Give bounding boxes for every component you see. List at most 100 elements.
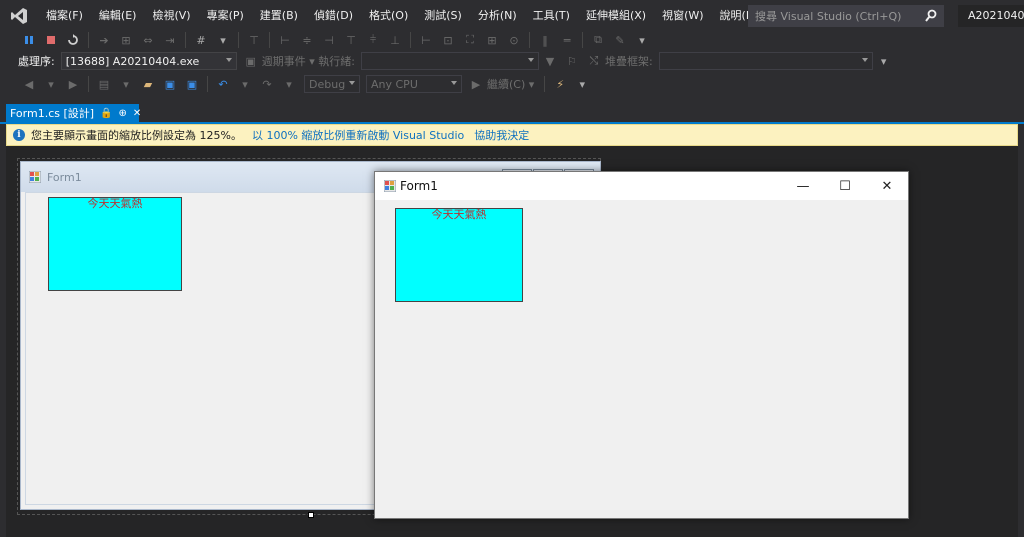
minimize-button[interactable]: — (782, 172, 824, 200)
flag-threads-icon[interactable]: ⚐ (564, 53, 580, 69)
undo-icon[interactable]: ↶ (215, 76, 231, 92)
bring-to-front-icon[interactable]: ⧉ (590, 32, 606, 48)
continue-play-icon[interactable]: ▶ (468, 76, 484, 92)
info-message: 您主要顯示畫面的縮放比例設定為 125%。 (31, 129, 242, 142)
menu-item-6[interactable]: 格式(O) (361, 0, 416, 31)
same-size-icon[interactable]: ⛶ (462, 32, 478, 48)
save-icon[interactable]: ▣ (162, 76, 178, 92)
lifecycle-events-icon[interactable]: ▣ (243, 53, 259, 69)
restart-at-100-link[interactable]: 以 100% 縮放比例重新啟動 Visual Studio (252, 127, 464, 143)
send-to-back-icon[interactable]: ✎ (612, 32, 628, 48)
show-flagged-threads-icon[interactable]: ⤭ (586, 53, 602, 69)
stop-icon[interactable] (43, 32, 59, 48)
menu-item-5[interactable]: 偵錯(D) (306, 0, 361, 31)
resize-handle[interactable] (308, 512, 314, 518)
center-vertically-icon[interactable]: ═ (559, 32, 575, 48)
size-to-grid-icon[interactable]: ⊞ (484, 32, 500, 48)
toolbar-separator (88, 76, 89, 92)
continue-label[interactable]: 繼續(C) ▾ (487, 76, 534, 92)
align-bottoms-icon[interactable]: ⊥ (387, 32, 403, 48)
lock-icon[interactable]: 🔒 (100, 104, 112, 124)
menu-item-3[interactable]: 專案(P) (199, 0, 252, 31)
spacing-icon[interactable]: ⊙ (506, 32, 522, 48)
configuration-dropdown[interactable]: Debug (304, 75, 360, 93)
runtime-label-weather[interactable]: 今天天氣熱 (395, 208, 523, 302)
runtime-form-titlebar[interactable]: Form1 — ☐ ✕ (375, 172, 908, 200)
new-project-icon[interactable]: ▤ (96, 76, 112, 92)
thread-dropdown[interactable] (360, 52, 539, 70)
menu-item-9[interactable]: 工具(T) (525, 0, 578, 31)
dropdown-arrow-icon[interactable]: ▾ (215, 32, 231, 48)
step-over-icon[interactable]: ⇔ (140, 32, 156, 48)
align-left-icon[interactable]: ⊤ (246, 32, 262, 48)
platform-dropdown[interactable]: Any CPU (366, 75, 462, 93)
visual-studio-logo-icon[interactable] (0, 0, 38, 31)
navigate-forward-icon[interactable]: ▶ (65, 76, 81, 92)
menu-item-0[interactable]: 檔案(F) (38, 0, 91, 31)
hex-display-icon[interactable]: # (193, 32, 209, 48)
toolbar-separator (544, 76, 546, 92)
help-me-decide-link[interactable]: 協助我決定 (474, 127, 529, 143)
dropdown-arrow-icon[interactable]: ▾ (281, 76, 297, 92)
tab-form1-design[interactable]: Form1.cs [設計] 🔒 ⊕ ✕ (6, 104, 141, 124)
menu-item-7[interactable]: 測試(S) (416, 0, 470, 31)
form-app-icon (384, 180, 396, 192)
align-lefts-icon[interactable]: ⊢ (277, 32, 293, 48)
dropdown-arrow-icon[interactable]: ▾ (118, 76, 134, 92)
platform-value: Any CPU (371, 77, 418, 91)
dropdown-arrow-icon[interactable]: ▾ (634, 32, 650, 48)
menu-bar: 檔案(F) 編輯(E) 檢視(V) 專案(P) 建置(B) 偵錯(D) 格式(O) 測試(S)… (0, 0, 1024, 31)
same-width-icon[interactable]: ⊢ (418, 32, 434, 48)
menu-item-11[interactable]: 視窗(W) (654, 0, 711, 31)
align-centers-icon[interactable]: ≑ (299, 32, 315, 48)
scaling-info-bar: i 您主要顯示畫面的縮放比例設定為 125%。 以 100% 縮放比例重新啟動 … (6, 124, 1018, 146)
step-out-icon[interactable]: ⇥ (162, 32, 178, 48)
search-icon[interactable] (925, 9, 937, 26)
restart-icon[interactable] (65, 32, 81, 48)
tab-title: Form1.cs [設計] (10, 107, 95, 120)
toolbar-separator (207, 76, 208, 92)
toolbar-separator (582, 32, 583, 48)
same-height-icon[interactable]: ⊡ (440, 32, 456, 48)
designer-label-weather[interactable]: 今天天氣熱 (48, 197, 182, 291)
form-app-icon (29, 171, 41, 183)
menu-item-8[interactable]: 分析(N) (470, 0, 525, 31)
save-all-icon[interactable]: ▣ (184, 76, 200, 92)
navigate-back-icon[interactable]: ◀ (21, 76, 37, 92)
menu-item-2[interactable]: 檢視(V) (144, 0, 198, 31)
hot-reload-icon[interactable]: ⚡ (552, 76, 568, 92)
filter-icon[interactable]: ▼ (542, 53, 558, 69)
align-rights-icon[interactable]: ⊣ (321, 32, 337, 48)
center-horizontally-icon[interactable]: ‖ (537, 32, 553, 48)
close-button[interactable]: ✕ (866, 172, 908, 200)
configuration-value: Debug (309, 77, 346, 91)
toolbar-separator (238, 32, 239, 48)
open-folder-icon[interactable]: ▰ (140, 76, 156, 92)
search-input[interactable]: 搜尋 Visual Studio (Ctrl+Q) (748, 5, 944, 27)
align-middles-icon[interactable]: ⫩ (365, 32, 381, 48)
maximize-button[interactable]: ☐ (824, 172, 866, 200)
project-name-badge[interactable]: A20210404 (958, 5, 1024, 27)
runtime-form-window[interactable]: Form1 — ☐ ✕ 今天天氣熱 (374, 171, 909, 519)
dropdown-arrow-icon[interactable]: ▾ (43, 76, 59, 92)
align-tops-icon[interactable]: ⊤ (343, 32, 359, 48)
dropdown-arrow-icon[interactable]: ▾ (876, 53, 892, 69)
show-next-statement-icon[interactable]: ➔ (96, 32, 112, 48)
dropdown-arrow-icon[interactable]: ▾ (237, 76, 253, 92)
process-dropdown[interactable]: [13688] A20210404.exe (60, 52, 237, 70)
step-into-icon[interactable]: ⊞ (118, 32, 134, 48)
redo-icon[interactable]: ↷ (259, 76, 275, 92)
toolbar-separator (185, 32, 186, 48)
close-icon[interactable]: ✕ (133, 104, 141, 124)
dropdown-arrow-icon[interactable]: ▾ (574, 76, 590, 92)
stack-frame-dropdown[interactable] (658, 52, 873, 70)
process-label: 處理序: (18, 55, 55, 68)
process-value: [13688] A20210404.exe (65, 54, 200, 68)
lifecycle-label: 週期事件 ▾ 執行緒: (261, 55, 355, 68)
designer-form-title: Form1 (47, 171, 82, 184)
menu-item-4[interactable]: 建置(B) (252, 0, 306, 31)
menu-item-1[interactable]: 編輯(E) (91, 0, 145, 31)
menu-item-10[interactable]: 延伸模組(X) (578, 0, 654, 31)
pause-icon[interactable] (21, 32, 37, 48)
pin-icon[interactable]: ⊕ (119, 104, 127, 124)
